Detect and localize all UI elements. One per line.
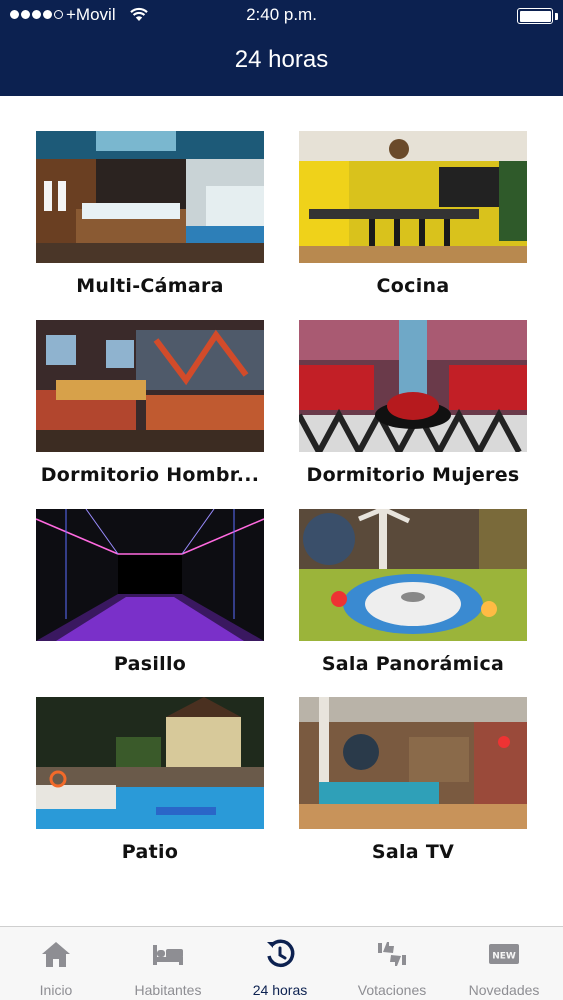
status-bar: +Movil 2:40 p.m.	[0, 0, 563, 32]
tab-bar: Inicio Habitantes 24 horas Votaciones NE…	[0, 926, 563, 1000]
room-photo	[299, 320, 527, 452]
room-label: Sala TV	[371, 841, 455, 863]
clock-refresh-icon	[267, 939, 295, 968]
room-label: Sala Panorámica	[321, 653, 505, 675]
tab-label: Habitantes	[134, 982, 202, 998]
room-tile-dormitorio-mujeres[interactable]: Dormitorio Mujeres	[299, 320, 527, 486]
app-header: +Movil 2:40 p.m. 24 horas	[0, 0, 563, 96]
tab-label: 24 horas	[252, 982, 308, 998]
tab-habitantes[interactable]: Habitantes	[112, 927, 224, 1000]
tab-novedades[interactable]: NEW Novedades	[448, 927, 560, 1000]
room-tile-multi-camara[interactable]: Multi-Cámara	[36, 131, 264, 297]
tab-inicio[interactable]: Inicio	[0, 927, 112, 1000]
room-photo	[36, 320, 264, 452]
room-label: Multi-Cámara	[76, 275, 224, 297]
room-label: Pasillo	[113, 653, 187, 675]
room-photo	[36, 509, 264, 641]
room-tile-cocina[interactable]: Cocina	[299, 131, 527, 297]
thumbs-icon	[378, 942, 406, 966]
tab-label: Inicio	[39, 982, 73, 998]
tab-label: Votaciones	[357, 982, 427, 998]
room-photo	[299, 697, 527, 829]
room-label: Dormitorio Mujeres	[306, 464, 520, 486]
new-badge-icon: NEW	[489, 944, 519, 964]
room-tile-sala-tv[interactable]: Sala TV	[299, 697, 527, 863]
room-photo	[36, 697, 264, 829]
room-photo	[299, 509, 527, 641]
room-label: Dormitorio Hombr...	[40, 464, 260, 486]
home-icon	[42, 942, 70, 967]
room-photo	[299, 131, 527, 263]
tab-24-horas[interactable]: 24 horas	[224, 927, 336, 1000]
room-label: Cocina	[376, 275, 450, 297]
svg-text:NEW: NEW	[492, 952, 516, 962]
room-tile-dormitorio-hombres[interactable]: Dormitorio Hombr...	[36, 320, 264, 486]
status-time: 2:40 p.m.	[246, 5, 317, 24]
room-tile-patio[interactable]: Patio	[36, 697, 264, 863]
room-tile-sala-panoramica[interactable]: Sala Panorámica	[299, 509, 527, 675]
tab-label: Novedades	[468, 982, 540, 998]
room-label: Patio	[121, 841, 179, 863]
room-tile-pasillo[interactable]: Pasillo	[36, 509, 264, 675]
battery-icon	[517, 8, 553, 24]
page-title: 24 horas	[234, 46, 329, 73]
bed-icon	[153, 945, 183, 965]
room-photo	[36, 131, 264, 263]
tab-votaciones[interactable]: Votaciones	[336, 927, 448, 1000]
